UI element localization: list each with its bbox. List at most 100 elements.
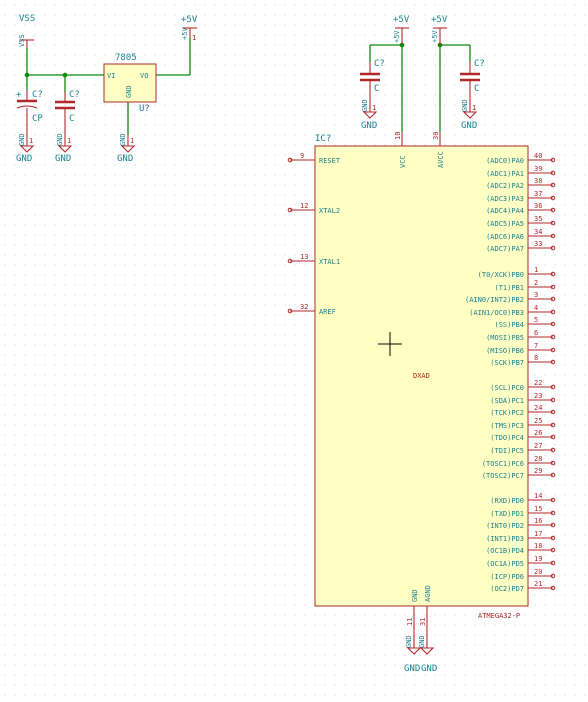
gnd-pin-label-1: GND bbox=[18, 133, 26, 146]
ic-pin-name: XTAL1 bbox=[319, 258, 340, 266]
regulator-ref: U? bbox=[139, 104, 150, 114]
ic-pin-number: 26 bbox=[534, 429, 542, 437]
ic-pin-number: 2 bbox=[534, 279, 538, 287]
ic-pin-number: 12 bbox=[300, 202, 308, 210]
ic-pin-name: (TXD)PD1 bbox=[490, 510, 524, 518]
ic-pin-name: (T1)PB1 bbox=[494, 284, 524, 292]
ic-pin-name: (ICP)PD6 bbox=[490, 573, 524, 581]
ic-pin-name: (ADC1)PA1 bbox=[486, 170, 524, 178]
ic-center-label: DXAD bbox=[413, 372, 430, 380]
gnd-label-5: GND bbox=[461, 121, 477, 131]
ic-pin-number: 38 bbox=[534, 177, 542, 185]
gnd-label-2: GND bbox=[55, 154, 71, 164]
ic-pin-name: (TDI)PC5 bbox=[490, 447, 524, 455]
ic-pin-name: (INT0)PD2 bbox=[486, 522, 524, 530]
ic-pin-number: 28 bbox=[534, 455, 542, 463]
cap3-ref: C? bbox=[374, 59, 385, 69]
polarity-plus: + bbox=[16, 90, 22, 100]
pin-number-marker: 1 bbox=[472, 104, 476, 112]
plus5v-pin-label-2: +5V bbox=[393, 30, 401, 43]
ic-pin-number: 27 bbox=[534, 442, 542, 450]
cap2-value: C bbox=[69, 114, 74, 124]
ic-pin-number: 22 bbox=[534, 379, 542, 387]
ic-pin-number: 29 bbox=[534, 467, 542, 475]
ic-pin-name: AGND bbox=[424, 585, 432, 602]
ic-pin-name: GND bbox=[411, 589, 419, 602]
pin-number-marker: 1 bbox=[192, 34, 196, 42]
ic-pin-number: 24 bbox=[534, 404, 542, 412]
atmega32-ic[interactable]: IC? ATMEGA32-P DXAD 9RESET12XTAL213XTAL1… bbox=[287, 132, 556, 648]
gnd-label-3: GND bbox=[117, 154, 133, 164]
ic-pin-number: 31 bbox=[419, 618, 427, 626]
ic-pin-name: AREF bbox=[319, 308, 336, 316]
ic-pin-name: AVCC bbox=[437, 151, 445, 168]
gnd-pin-label-3: GND bbox=[119, 133, 127, 146]
ic-pin-number: 23 bbox=[534, 392, 542, 400]
cap1-value: CP bbox=[32, 114, 43, 124]
ic-pin-number: 39 bbox=[534, 165, 542, 173]
cap1-ref: C? bbox=[32, 90, 43, 100]
ic-pin-number: 4 bbox=[534, 304, 538, 312]
ic-pin-name: (ADC2)PA2 bbox=[486, 182, 524, 190]
plus5v-pin-label-1: +5V bbox=[181, 27, 189, 40]
ic-pin-name: (ADC4)PA4 bbox=[486, 207, 524, 215]
ic-pin-number: 8 bbox=[534, 354, 538, 362]
regulator-pin-vo: VO bbox=[140, 72, 148, 80]
ic-pin-name: (ADC3)PA3 bbox=[486, 195, 524, 203]
ic-pin-number: 7 bbox=[534, 342, 538, 350]
cap4-value: C bbox=[474, 84, 479, 94]
ic-pin-number: 16 bbox=[534, 517, 542, 525]
ic-pin-number: 30 bbox=[432, 132, 440, 140]
ic-pin-name: (ADC5)PA5 bbox=[486, 220, 524, 228]
ic-value: ATMEGA32-P bbox=[478, 612, 520, 620]
ic-pin-name: (RXD)PD0 bbox=[490, 497, 524, 505]
vss-pin-label: VSS bbox=[18, 34, 26, 47]
gnd-label-6: GND bbox=[404, 664, 420, 674]
pin-number-marker: 1 bbox=[29, 137, 33, 145]
ic-pin-name: (SCL)PC0 bbox=[490, 384, 524, 392]
cap4-ref: C? bbox=[474, 59, 485, 69]
ic-pin-name: (TDO)PC4 bbox=[490, 434, 524, 442]
ic-pin-number: 10 bbox=[394, 132, 402, 140]
ic-pin-name: (INT1)PD3 bbox=[486, 535, 524, 543]
ic-pin-name: (OC1A)PD5 bbox=[486, 560, 524, 568]
ic-ref: IC? bbox=[315, 134, 331, 144]
ic-pin-number: 15 bbox=[534, 505, 542, 513]
ic-pin-name: (TOSC1)PC6 bbox=[482, 460, 524, 468]
ic-pin-number: 35 bbox=[534, 215, 542, 223]
ic-pin-name: (ADC0)PA0 bbox=[486, 157, 524, 165]
ic-pin-number: 17 bbox=[534, 530, 542, 538]
plus5v-pin-label-3: +5V bbox=[431, 30, 439, 43]
pin-number-marker: 1 bbox=[372, 104, 376, 112]
ic-pin-name: (MOSI)PB5 bbox=[486, 334, 524, 342]
regulator-value: 7805 bbox=[115, 53, 137, 63]
plus5v-label-1: +5V bbox=[181, 15, 198, 25]
schematic-canvas[interactable]: VSS VSS 7805 VI VO GND U? +5V +5V 1 + C?… bbox=[0, 0, 588, 702]
gnd-pin-label-2: GND bbox=[56, 133, 64, 146]
ic-pin-name: (MISO)PB6 bbox=[486, 347, 524, 355]
ic-pin-number: 5 bbox=[534, 316, 538, 324]
ic-pin-number: 3 bbox=[534, 291, 538, 299]
ic-pin-name: (OC1B)PD4 bbox=[486, 547, 524, 555]
ic-pin-number: 13 bbox=[300, 253, 308, 261]
cap2-ref: C? bbox=[69, 90, 80, 100]
plus5v-label-2: +5V bbox=[393, 15, 410, 25]
ic-pin-number: 34 bbox=[534, 228, 542, 236]
ic-pin-number: 14 bbox=[534, 492, 542, 500]
ic-pin-number: 11 bbox=[406, 618, 414, 626]
ic-pin-name: (TMS)PC3 bbox=[490, 422, 524, 430]
ic-pin-name: (AIN1/OC0)PB3 bbox=[469, 309, 524, 317]
ic-pin-number: 9 bbox=[300, 152, 304, 160]
ic-pin-name: VCC bbox=[399, 155, 407, 168]
gnd-pin-label-7: GND bbox=[418, 635, 426, 648]
pin-number-marker: 1 bbox=[67, 137, 71, 145]
ic-pin-number: 1 bbox=[534, 266, 538, 274]
ic-pin-number: 25 bbox=[534, 417, 542, 425]
ic-pin-name: (SDA)PC1 bbox=[490, 397, 524, 405]
gnd-pin-label-6: GND bbox=[405, 635, 413, 648]
regulator-pin-vi: VI bbox=[107, 72, 115, 80]
ic-pin-number: 20 bbox=[534, 568, 542, 576]
cap3-value: C bbox=[374, 84, 379, 94]
ic-pin-name: (SS)PB4 bbox=[494, 321, 524, 329]
gnd-pin-label-4: GND bbox=[361, 99, 369, 112]
